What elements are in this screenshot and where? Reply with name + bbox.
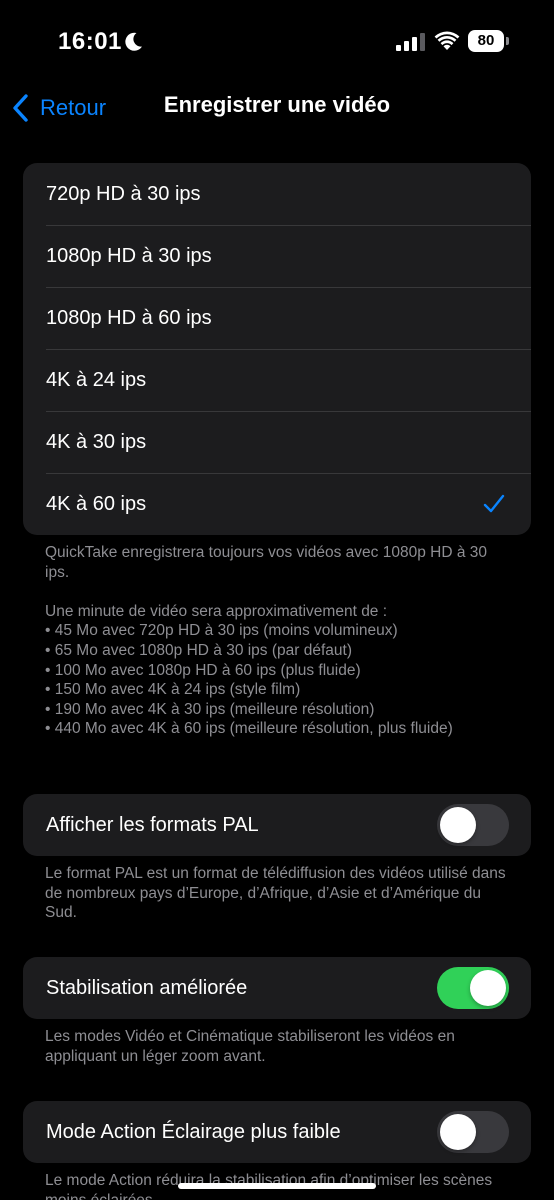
format-option-label: 1080p HD à 30 ips <box>46 244 212 267</box>
cellular-signal-icon <box>396 33 425 51</box>
status-bar: 16:01 80 <box>0 0 554 80</box>
pal-formats-toggle[interactable] <box>437 804 509 846</box>
video-format-list: 720p HD à 30 ips 1080p HD à 30 ips 1080p… <box>23 163 531 535</box>
format-option-4k-30[interactable]: 4K à 30 ips <box>23 411 531 473</box>
toggle-knob <box>440 1114 476 1150</box>
format-option-label: 1080p HD à 60 ips <box>46 306 212 329</box>
toggle-knob <box>470 970 506 1006</box>
quicktake-note: QuickTake enregistrera toujours vos vidé… <box>45 544 487 581</box>
size-intro: Une minute de vidéo sera approximativeme… <box>45 602 388 620</box>
moon-icon <box>125 32 142 51</box>
format-footnote: QuickTake enregistrera toujours vos vidé… <box>45 543 515 739</box>
battery-tip <box>506 37 509 45</box>
stabilization-label: Stabilisation améliorée <box>46 976 248 999</box>
format-option-4k-24[interactable]: 4K à 24 ips <box>23 349 531 411</box>
battery-icon: 80 <box>468 30 510 52</box>
pal-formats-label: Afficher les formats PAL <box>46 813 259 836</box>
stabilization-row: Stabilisation améliorée <box>23 957 531 1019</box>
size-item: • 190 Mo avec 4K à 30 ips (meilleure rés… <box>45 700 375 718</box>
toggle-knob <box>440 807 476 843</box>
format-option-label: 4K à 60 ips <box>46 492 147 515</box>
format-option-label: 4K à 30 ips <box>46 430 147 453</box>
size-item: • 45 Mo avec 720p HD à 30 ips (moins vol… <box>45 622 398 640</box>
pal-formats-group: Afficher les formats PAL <box>23 794 531 856</box>
pal-footnote: Le format PAL est un format de télédiffu… <box>45 865 506 922</box>
page-title: Enregistrer une vidéo <box>163 92 391 117</box>
action-mode-row: Mode Action Éclairage plus faible <box>23 1101 531 1163</box>
stabilization-group: Stabilisation améliorée <box>23 957 531 1019</box>
status-time: 16:01 <box>58 28 122 55</box>
format-option-720p-30[interactable]: 720p HD à 30 ips <box>23 163 531 225</box>
checkmark-icon <box>483 494 505 513</box>
pal-formats-row: Afficher les formats PAL <box>23 794 531 856</box>
action-mode-toggle[interactable] <box>437 1111 509 1153</box>
screen: 16:01 80 Retour Enregistrer une vidéo 72… <box>0 0 554 1200</box>
wifi-icon <box>434 31 460 50</box>
action-mode-group: Mode Action Éclairage plus faible <box>23 1101 531 1163</box>
battery-level: 80 <box>468 30 504 52</box>
format-option-1080p-30[interactable]: 1080p HD à 30 ips <box>23 225 531 287</box>
format-option-label: 720p HD à 30 ips <box>46 182 201 205</box>
size-item: • 440 Mo avec 4K à 60 ips (meilleure rés… <box>45 720 453 738</box>
home-indicator[interactable] <box>178 1183 376 1189</box>
format-option-4k-60[interactable]: 4K à 60 ips <box>23 473 531 535</box>
stabilization-toggle[interactable] <box>437 967 509 1009</box>
size-item: • 100 Mo avec 1080p HD à 60 ips (plus fl… <box>45 661 361 679</box>
format-option-label: 4K à 24 ips <box>46 368 147 391</box>
size-item: • 150 Mo avec 4K à 24 ips (style film) <box>45 681 301 699</box>
stabilization-footnote: Les modes Vidéo et Cinématique stabilise… <box>45 1028 455 1065</box>
action-mode-label: Mode Action Éclairage plus faible <box>46 1120 341 1143</box>
size-item: • 65 Mo avec 1080p HD à 30 ips (par défa… <box>45 641 352 659</box>
format-option-1080p-60[interactable]: 1080p HD à 60 ips <box>23 287 531 349</box>
